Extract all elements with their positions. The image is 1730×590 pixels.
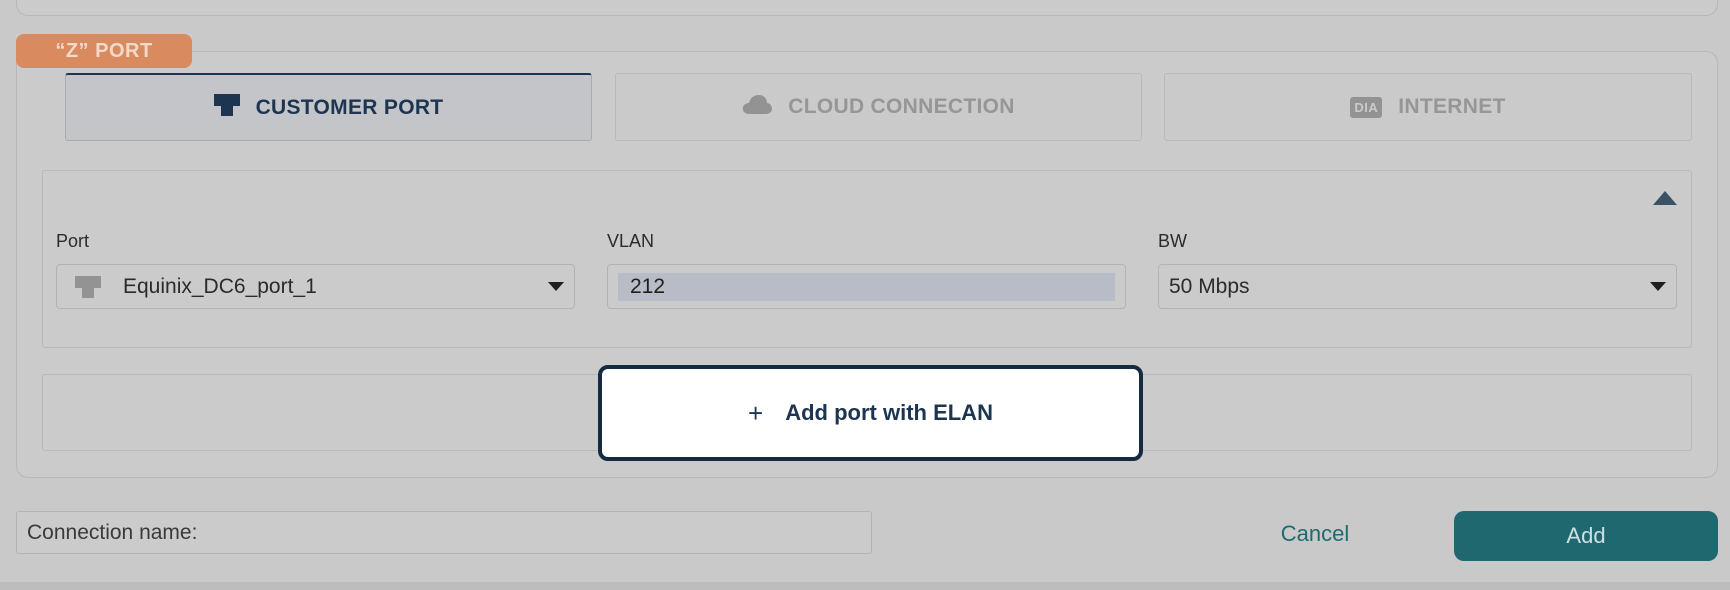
- tab-label: INTERNET: [1398, 95, 1506, 118]
- bottom-edge: [0, 582, 1730, 590]
- port-select[interactable]: Equinix_DC6_port_1: [56, 264, 575, 309]
- vlan-label: VLAN: [607, 231, 655, 251]
- port-icon: [75, 275, 101, 298]
- bw-label: BW: [1158, 231, 1187, 251]
- chevron-down-icon: [548, 282, 564, 291]
- chevron-down-icon: [1650, 282, 1666, 291]
- add-elan-label: Add port with ELAN: [785, 400, 993, 425]
- tab-cloud-connection[interactable]: CLOUD CONNECTION: [615, 73, 1142, 141]
- cloud-icon: [742, 94, 773, 120]
- bw-value: 50 Mbps: [1169, 274, 1250, 298]
- vlan-value: 212: [618, 272, 1115, 301]
- collapse-chevron-up-icon[interactable]: [1652, 188, 1678, 208]
- cancel-button[interactable]: Cancel: [1250, 514, 1380, 554]
- vlan-input[interactable]: 212: [607, 264, 1126, 309]
- connection-name-field[interactable]: Connection name:: [16, 511, 872, 554]
- port-label: Port: [56, 231, 90, 251]
- tab-label: CUSTOMER PORT: [255, 95, 444, 119]
- connection-name-label: Connection name:: [27, 520, 198, 544]
- add-button[interactable]: Add: [1454, 511, 1718, 561]
- add-port-with-elan-button[interactable]: + Add port with ELAN: [598, 365, 1143, 461]
- bw-select[interactable]: 50 Mbps: [1158, 264, 1677, 309]
- z-port-badge: “Z” PORT: [16, 34, 192, 68]
- tab-label: CLOUD CONNECTION: [788, 95, 1015, 118]
- dia-icon: DIA: [1350, 96, 1383, 118]
- port-value: Equinix_DC6_port_1: [123, 274, 317, 298]
- plus-icon: +: [748, 397, 764, 428]
- tab-internet[interactable]: DIA INTERNET: [1164, 73, 1692, 141]
- port-icon: [213, 93, 240, 122]
- port-config-panel: [42, 170, 1692, 348]
- previous-section-edge: [16, 0, 1718, 16]
- tab-customer-port[interactable]: CUSTOMER PORT: [65, 73, 592, 141]
